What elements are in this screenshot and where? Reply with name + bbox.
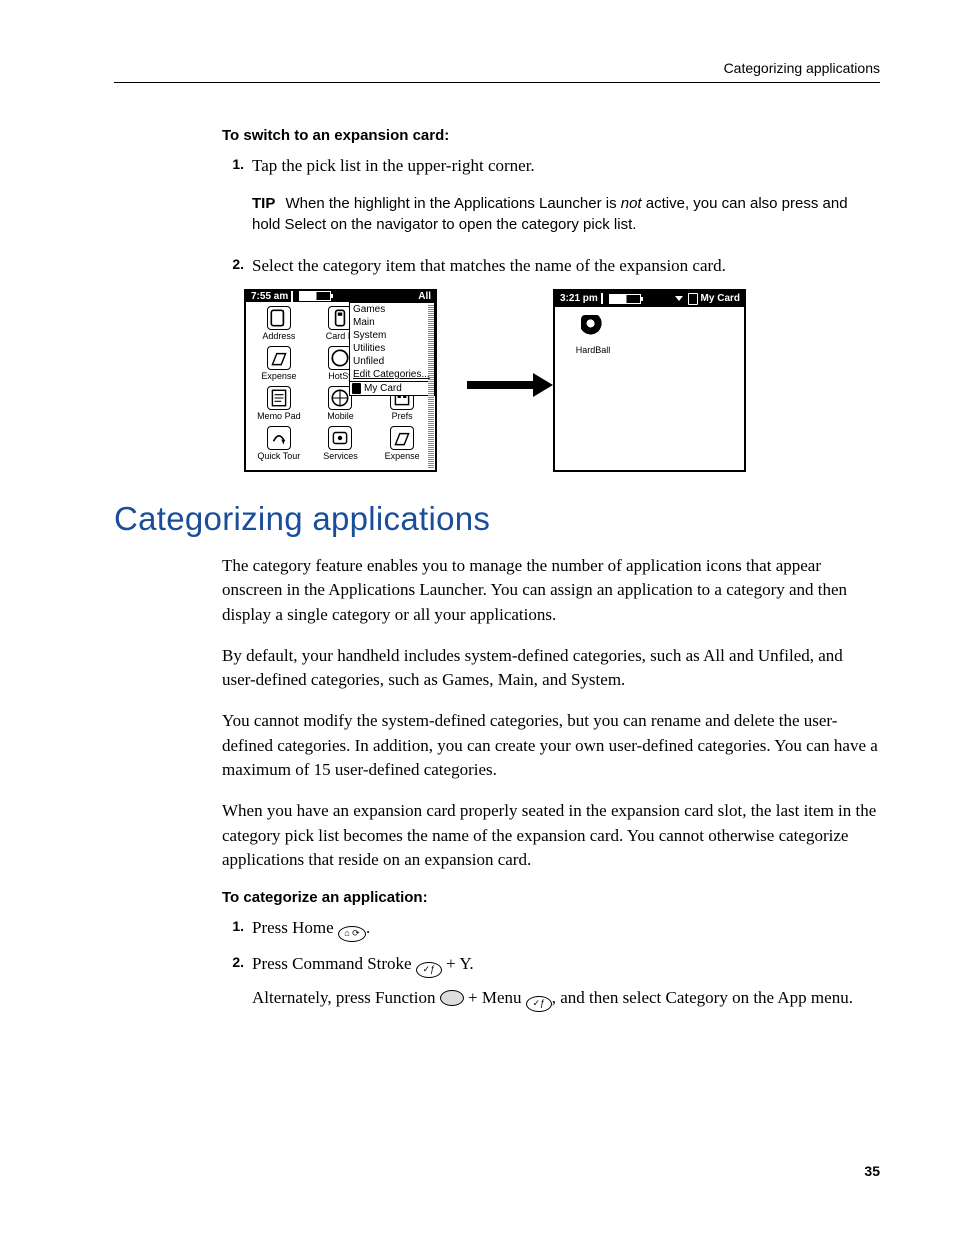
menu-item-utilities[interactable]: Utilities <box>350 342 434 355</box>
body-p3: You cannot modify the system-defined cat… <box>222 709 880 783</box>
app-services[interactable]: Services <box>310 426 372 466</box>
app-expense-label: Expense <box>261 372 296 381</box>
palm-left-time: 7:55 am <box>248 291 293 302</box>
palm-right-category-picker[interactable]: My Card <box>675 293 742 305</box>
step-c1-after: . <box>366 918 370 937</box>
app-expense2[interactable]: Expense <box>371 426 433 466</box>
hardball-icon <box>581 315 605 339</box>
header-rule <box>114 82 880 83</box>
step-1: 1. Tap the pick list in the upper-right … <box>222 154 880 179</box>
step-c2: 2. Press Command Stroke ✓ƒ + Y. Alternat… <box>222 952 880 1012</box>
menu-item-system[interactable]: System <box>350 329 434 342</box>
app-services-label: Services <box>323 452 358 461</box>
card-icon <box>688 293 698 305</box>
app-quicktour[interactable]: Quick Tour <box>248 426 310 466</box>
expense-icon <box>390 426 414 450</box>
memo-icon <box>267 386 291 410</box>
tip-text-italic: not <box>621 195 642 212</box>
app-prefs-label: Prefs <box>392 412 413 421</box>
address-icon <box>267 306 291 330</box>
step-c2-alt-c: , and then select Category on the App me… <box>552 988 853 1007</box>
menu-item-edit-categories[interactable]: Edit Categories... <box>350 368 434 381</box>
app-hardball-label: HardBall <box>563 345 623 355</box>
card-icon <box>352 383 361 394</box>
tip-block: TIP When the highlight in the Applicatio… <box>252 193 880 237</box>
menu-item-unfiled[interactable]: Unfiled <box>350 355 434 368</box>
app-memopad[interactable]: Memo Pad <box>248 386 310 426</box>
palm-screenshot-right: 3:21 pm My Card HardBall <box>553 289 746 472</box>
subheading-switch-card: To switch to an expansion card: <box>222 127 880 144</box>
heading-categorizing-applications: Categorizing applications <box>114 500 880 538</box>
palm-screenshot-left: 7:55 am All Address Card In <box>244 289 437 472</box>
body-p2: By default, your handheld includes syste… <box>222 644 880 693</box>
menu-item-games[interactable]: Games <box>350 303 434 316</box>
palm-left-category-picker[interactable]: All <box>418 291 433 302</box>
arrow-icon <box>467 373 553 397</box>
palm-right-time: 3:21 pm <box>557 293 603 304</box>
menu-item-mycard[interactable]: My Card <box>350 382 434 395</box>
header-breadcrumb: Categorizing applications <box>114 60 880 76</box>
step-2-text: Select the category item that matches th… <box>252 254 880 279</box>
palm-left-titlebar: 7:55 am All <box>246 291 435 302</box>
function-key-icon <box>440 990 464 1006</box>
palm-category-menu[interactable]: Games Main System Utilities Unfiled Edit… <box>349 302 435 396</box>
step-c2-alt-a: Alternately, press Function <box>252 988 440 1007</box>
battery-icon <box>299 291 331 301</box>
palm-right-titlebar: 3:21 pm My Card <box>555 291 744 307</box>
step-2: 2. Select the category item that matches… <box>222 254 880 279</box>
step-c2-alt-b: + Menu <box>464 988 526 1007</box>
tip-text-before: When the highlight in the Applications L… <box>286 195 621 212</box>
body-p4: When you have an expansion card properly… <box>222 799 880 873</box>
step-c1: 1. Press Home ⌂ ⟳. <box>222 916 880 942</box>
step-1-text: Tap the pick list in the upper-right cor… <box>252 154 880 179</box>
battery-icon <box>609 294 641 304</box>
quicktour-icon <box>267 426 291 450</box>
tip-label: TIP <box>252 195 275 212</box>
palm-left-category-label: All <box>418 291 431 302</box>
palm-right-category-label: My Card <box>701 293 740 304</box>
app-memopad-label: Memo Pad <box>257 412 301 421</box>
app-mobile-label: Mobile <box>327 412 354 421</box>
palm-scrollbar[interactable] <box>428 304 434 468</box>
step-2-number: 2. <box>222 254 244 279</box>
step-c2-number: 2. <box>222 952 244 1012</box>
home-key-icon: ⌂ ⟳ <box>338 926 366 942</box>
command-stroke-key-icon: ✓ƒ <box>416 962 442 978</box>
step-c2-after: + Y. <box>442 954 474 973</box>
step-c1-before: Press Home <box>252 918 338 937</box>
expense-icon <box>267 346 291 370</box>
step-c1-number: 1. <box>222 916 244 942</box>
body-p1: The category feature enables you to mana… <box>222 554 880 628</box>
step-c2-before: Press Command Stroke <box>252 954 416 973</box>
services-icon <box>328 426 352 450</box>
menu-item-mycard-label: My Card <box>364 382 402 395</box>
chevron-down-icon <box>675 296 683 301</box>
subheading-categorize-app: To categorize an application: <box>222 889 880 906</box>
step-1-number: 1. <box>222 154 244 179</box>
app-address[interactable]: Address <box>248 306 310 346</box>
menu-key-icon: ✓ƒ <box>526 996 552 1012</box>
figure-area: 7:55 am All Address Card In <box>244 289 880 472</box>
app-quicktour-label: Quick Tour <box>257 452 300 461</box>
app-address-label: Address <box>262 332 295 341</box>
app-expense[interactable]: Expense <box>248 346 310 386</box>
app-expense2-label: Expense <box>385 452 420 461</box>
menu-item-main[interactable]: Main <box>350 316 434 329</box>
page-number: 35 <box>864 1163 880 1179</box>
